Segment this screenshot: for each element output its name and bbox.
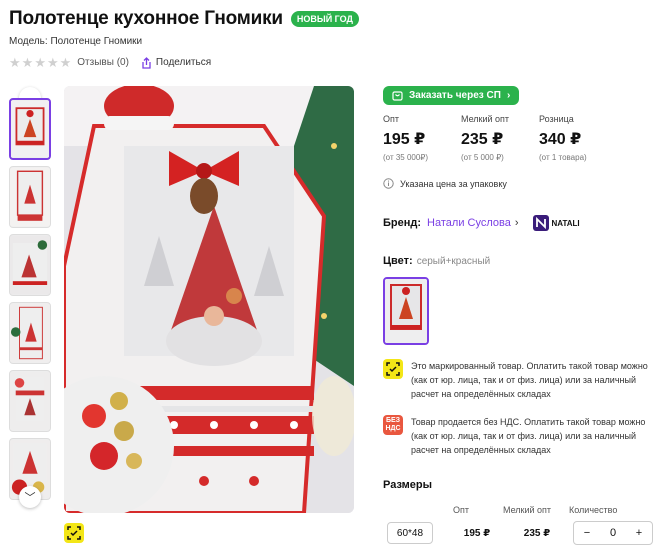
- price-label: Розница: [539, 114, 574, 124]
- cart-icon: [392, 91, 403, 101]
- size-chip[interactable]: 60*48: [387, 522, 433, 544]
- brand-link[interactable]: Натали Суслова: [427, 217, 511, 229]
- thumbnail-image: [11, 100, 49, 158]
- plus-button[interactable]: +: [626, 527, 652, 539]
- info-icon: [383, 178, 394, 189]
- thumbnail-image: [10, 371, 50, 431]
- color-label: Цвет:: [383, 255, 413, 267]
- price-notice: Указана цена за упаковку: [383, 178, 653, 189]
- color-value: серый+красный: [416, 255, 491, 267]
- star-icon: ★: [21, 55, 34, 70]
- product-model: Модель: Полотенце Гномики: [9, 36, 143, 47]
- price-value: 195 ₽: [383, 131, 426, 148]
- rating-row: ★ ★ ★ ★ ★ Отзывы (0) Поделиться: [9, 56, 211, 69]
- sizes-table-head: Опт Мелкий опт Количество: [383, 505, 653, 515]
- chevron-down-icon: ﹀: [24, 492, 36, 504]
- order-button-label: Заказать через СП: [409, 90, 501, 101]
- price-value: 235 ₽: [461, 131, 504, 148]
- thumbnail-image: [10, 167, 50, 227]
- table-row: 60*48 195 ₽ 235 ₽ − 0 +: [383, 521, 653, 545]
- column-quantity: Количество: [569, 505, 618, 515]
- thumbnail[interactable]: [9, 166, 51, 228]
- share-button[interactable]: Поделиться: [141, 56, 212, 69]
- quantity-stepper[interactable]: − 0 +: [573, 521, 653, 545]
- color-row: Цвет: серый+красный: [383, 255, 653, 267]
- price-opt: Опт 195 ₽ (от 35 000₽): [383, 114, 461, 162]
- column-small-opt: Мелкий опт: [503, 505, 552, 515]
- rating-stars: ★ ★ ★ ★ ★: [9, 56, 71, 69]
- thumbnail[interactable]: [9, 234, 51, 296]
- marked-product-text: Это маркированный товар. Оплатить такой …: [411, 361, 648, 399]
- sizes-header: Размеры: [383, 479, 653, 491]
- share-label: Поделиться: [155, 57, 212, 68]
- column-opt: Опт: [453, 505, 469, 515]
- price-note: (от 1 товара): [539, 153, 587, 162]
- natali-logo-icon: [532, 215, 549, 231]
- brand-row: Бренд: Натали Суслова › NATALI: [383, 215, 653, 231]
- price-value: 340 ₽: [539, 131, 582, 148]
- no-vat-text: Товар продается без НДС. Оплатить такой …: [411, 417, 646, 455]
- no-vat-notice: БЕЗ НДС Товар продается без НДС. Оплатит…: [383, 415, 653, 457]
- thumbs-down-button[interactable]: ﹀: [19, 486, 41, 508]
- no-vat-icon: БЕЗ НДС: [383, 415, 403, 435]
- row-price-opt: 195 ₽: [463, 527, 491, 539]
- minus-button[interactable]: −: [574, 527, 600, 539]
- price-table: Опт 195 ₽ (от 35 000₽) Мелкий опт 235 ₽ …: [383, 114, 653, 162]
- thumbnail[interactable]: [9, 98, 51, 160]
- row-price-small-opt: 235 ₽: [523, 527, 551, 539]
- status-badge[interactable]: НОВЫЙ ГОД: [290, 11, 359, 27]
- price-small-opt: Мелкий опт 235 ₽ (от 5 000 ₽): [461, 114, 539, 162]
- price-note: (от 5 000 ₽): [461, 153, 504, 162]
- chevron-right-icon: ›: [506, 90, 511, 101]
- price-label: Опт: [383, 114, 399, 124]
- page-title: Полотенце кухонное Гномики: [9, 8, 283, 29]
- thumbnail[interactable]: [9, 302, 51, 364]
- color-swatch[interactable]: [383, 277, 429, 345]
- price-label: Мелкий опт: [461, 114, 510, 124]
- brand-label: Бренд:: [383, 217, 422, 229]
- swatch-image: [385, 279, 427, 343]
- product-info-panel: Заказать через СП › Опт 195 ₽ (от 35 000…: [383, 86, 653, 545]
- chevron-right-icon: ›: [514, 217, 519, 229]
- thumbnail[interactable]: [9, 370, 51, 432]
- marked-product-notice: Это маркированный товар. Оплатить такой …: [383, 359, 653, 401]
- main-product-image[interactable]: [64, 86, 354, 513]
- order-via-sp-button[interactable]: Заказать через СП ›: [383, 86, 520, 105]
- share-icon: [142, 56, 151, 69]
- thumbnail-image: [10, 303, 50, 363]
- brand-logo[interactable]: NATALI: [532, 215, 580, 231]
- star-icon: ★: [59, 55, 72, 70]
- quantity-value[interactable]: 0: [600, 527, 626, 539]
- brand-logo-text: NATALI: [551, 218, 580, 228]
- sizes-title: Размеры: [383, 479, 433, 491]
- reviews-link[interactable]: Отзывы (0): [77, 57, 129, 68]
- thumbnail-image: [10, 235, 50, 295]
- marked-product-icon[interactable]: [64, 523, 84, 543]
- towel-illustration: [64, 86, 354, 513]
- star-icon: ★: [46, 55, 59, 70]
- price-retail: Розница 340 ₽ (от 1 товара): [539, 114, 617, 162]
- star-icon: ★: [34, 55, 46, 70]
- title-row: Полотенце кухонное Гномики НОВЫЙ ГОД: [9, 8, 359, 30]
- price-note: (от 35 000₽): [383, 153, 429, 162]
- star-icon: ★: [9, 55, 21, 70]
- marked-product-icon: [383, 359, 403, 379]
- price-notice-text: Указана цена за упаковку: [400, 178, 507, 189]
